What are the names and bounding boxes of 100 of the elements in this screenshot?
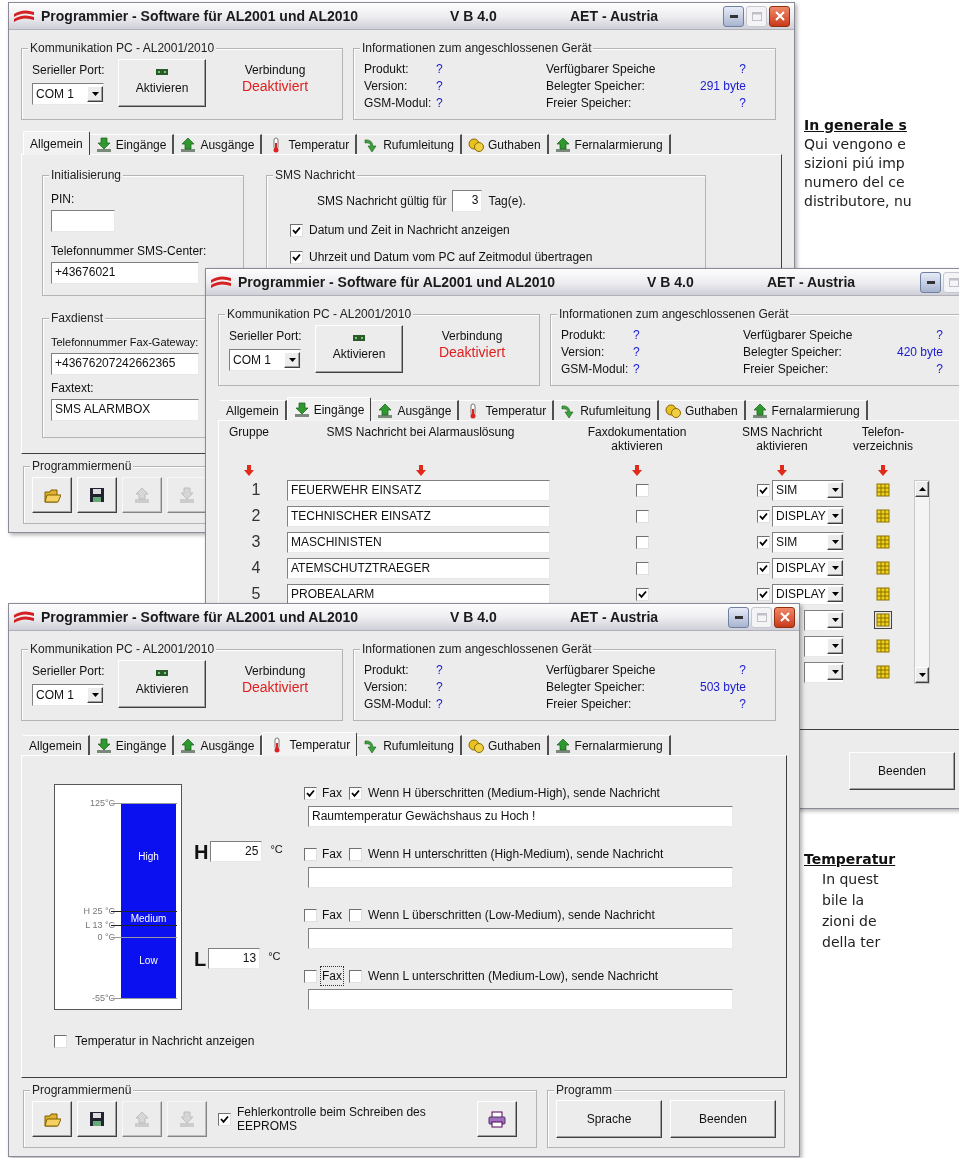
port-dropdown[interactable]: COM 1	[32, 83, 104, 105]
close-button[interactable]	[774, 606, 795, 628]
info-value: ?	[436, 696, 444, 713]
checkbox[interactable]	[757, 509, 770, 523]
toolbar-button[interactable]	[32, 1101, 72, 1137]
target-dropdown[interactable]	[804, 609, 844, 631]
checkbox[interactable]	[54, 1034, 67, 1048]
coins-icon	[664, 402, 681, 419]
info-value: ?	[633, 361, 641, 378]
tab[interactable]: Eingänge	[286, 397, 372, 421]
print-button[interactable]	[477, 1101, 517, 1137]
caret-icon[interactable]	[918, 487, 926, 491]
scrollbar[interactable]	[914, 480, 930, 684]
target-dropdown[interactable]: DISPLAY	[772, 505, 844, 527]
group-title: Informationen zum angeschlossenen Gerät	[360, 642, 594, 656]
checkbox-label: Fax	[321, 846, 343, 863]
tab[interactable]: Temperatur	[262, 732, 358, 756]
program-button[interactable]: Beenden	[670, 1100, 776, 1138]
group-title: Initialisierung	[49, 168, 124, 182]
group-title: Informationen zum angeschlossenen Gerät	[557, 307, 791, 321]
port-dropdown[interactable]: COM 1	[229, 349, 301, 371]
checkbox-label: Uhrzeit und Datum vom PC auf Zeitmodul übertragen	[309, 249, 593, 266]
checkbox[interactable]	[304, 969, 317, 983]
program-button[interactable]: Beenden	[849, 752, 955, 790]
checkbox[interactable]	[349, 908, 362, 922]
pin-field[interactable]	[51, 210, 115, 232]
tab[interactable]: Allgemein	[23, 131, 90, 155]
checkbox[interactable]	[349, 847, 362, 861]
activate-button[interactable]: Aktivieren	[315, 325, 403, 373]
toolbar-button[interactable]	[77, 1101, 117, 1137]
connection-status: Deaktiviert	[241, 678, 309, 696]
activate-button[interactable]: Aktivieren	[118, 59, 206, 107]
minimize-icon	[734, 615, 743, 619]
grid-icon[interactable]	[874, 611, 892, 629]
checkbox[interactable]	[757, 561, 770, 575]
message-field[interactable]: FEUERWEHR EINSATZ	[287, 479, 550, 501]
checkbox[interactable]	[304, 847, 317, 861]
checkbox[interactable]	[304, 908, 317, 922]
connection-status: Deaktiviert	[241, 77, 309, 95]
group-title: Faxdienst	[49, 311, 106, 325]
activate-button[interactable]: Aktivieren	[118, 660, 206, 708]
message-field[interactable]: MASCHINISTEN	[287, 531, 550, 553]
folder-icon	[43, 1110, 61, 1128]
toolbar-button[interactable]	[32, 477, 72, 513]
text-field[interactable]: 25	[210, 841, 263, 862]
arrow-down-icon	[632, 464, 642, 476]
text-field[interactable]: +43676207242662365	[51, 353, 199, 375]
folder-icon	[43, 486, 61, 504]
target-dropdown[interactable]: SIM	[772, 531, 844, 553]
minimize-button[interactable]	[920, 271, 941, 293]
checkbox-label: Temperatur in Nachricht anzeigen	[75, 1033, 255, 1050]
checkbox[interactable]	[349, 969, 362, 983]
close-button[interactable]	[769, 5, 790, 27]
column-header: Telefon- verzeichnis	[852, 425, 914, 453]
note-text: Qui vengono e	[804, 135, 907, 154]
checkbox[interactable]	[635, 509, 649, 523]
target-dropdown[interactable]	[804, 661, 844, 683]
port-dropdown[interactable]: COM 1	[32, 684, 104, 706]
field-label: SMS Nachricht gültig für	[317, 193, 447, 210]
note-text: distributore, nu	[804, 192, 912, 211]
program-button[interactable]: Sprache	[556, 1100, 662, 1138]
toolbar-button[interactable]	[77, 477, 117, 513]
checkbox[interactable]	[757, 587, 770, 601]
text-field[interactable]: 3	[452, 190, 483, 212]
message-field[interactable]: Raumtemperatur Gewächshaus zu Hoch !	[308, 806, 733, 827]
minimize-button[interactable]	[728, 606, 749, 628]
message-field[interactable]: TECHNISCHER EINSATZ	[287, 505, 550, 527]
message-field[interactable]	[308, 989, 733, 1010]
target-dropdown[interactable]: DISPLAY	[772, 583, 844, 605]
message-field[interactable]: PROBEALARM	[287, 583, 550, 605]
checkbox[interactable]	[304, 786, 317, 800]
text-field[interactable]: SMS ALARMBOX	[51, 399, 199, 421]
checkbox[interactable]	[349, 786, 362, 800]
checkbox[interactable]	[290, 250, 303, 264]
minimize-button[interactable]	[723, 5, 744, 27]
checkbox[interactable]	[757, 483, 770, 497]
text-field[interactable]: +43676021	[51, 262, 199, 284]
checkbox[interactable]	[635, 587, 649, 601]
checkbox[interactable]	[635, 535, 649, 549]
target-dropdown[interactable]	[804, 635, 844, 657]
message-field[interactable]: ATEMSCHUTZTRAEGER	[287, 557, 550, 579]
caret-icon[interactable]	[918, 673, 926, 677]
target-dropdown[interactable]: DISPLAY	[772, 557, 844, 579]
checkbox[interactable]	[635, 483, 649, 497]
caret-icon	[831, 540, 839, 544]
note-heading: Temperatur	[804, 850, 896, 869]
field-label: Serieller Port:	[229, 329, 303, 343]
target-dropdown[interactable]: SIM	[772, 479, 844, 501]
message-field[interactable]	[308, 867, 733, 888]
arrow-up-icon	[180, 737, 197, 754]
info-label: Produkt:	[364, 61, 410, 78]
checkbox[interactable]	[290, 223, 303, 237]
caret-icon	[288, 358, 296, 362]
checkbox[interactable]	[218, 1112, 231, 1126]
text-field[interactable]: 13	[208, 948, 261, 969]
checkbox[interactable]	[635, 561, 649, 575]
message-field[interactable]	[308, 928, 733, 949]
info-label: GSM-Modul:	[561, 361, 630, 378]
close-icon	[779, 612, 790, 622]
checkbox[interactable]	[757, 535, 770, 549]
